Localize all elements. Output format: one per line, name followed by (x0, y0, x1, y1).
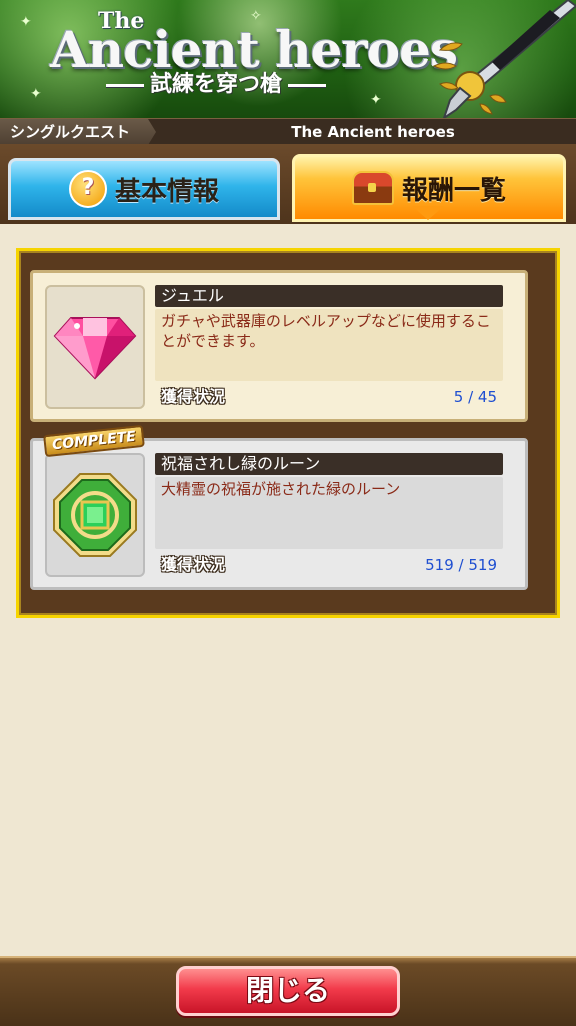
reward-name: 祝福されし緑のルーン (155, 453, 503, 475)
reward-icon-frame (45, 285, 145, 409)
reward-item[interactable]: ジュエル ガチャや武器庫のレベルアップなどに使用することができます。 獲得状況 … (30, 270, 528, 422)
treasure-chest-icon (351, 171, 394, 205)
tab-bar: ? 基本情報 報酬一覧 (0, 144, 576, 224)
green-rune-icon (53, 473, 137, 557)
banner-title: Ancient heroes (50, 20, 458, 79)
banner-subtitle-text: 試練を穿つ槍 (150, 72, 283, 97)
banner-subtitle: 試練を穿つ槍 (106, 72, 327, 98)
reward-status: 獲得状況 519 / 519 (155, 553, 503, 577)
question-icon: ? (68, 170, 107, 208)
tab-reward-list-label: 報酬一覧 (401, 175, 506, 206)
reward-description: ガチャや武器庫のレベルアップなどに使用することができます。 (155, 309, 503, 381)
active-tab-pointer (412, 206, 444, 220)
breadcrumb: シングルクエスト The Ancient heroes (0, 118, 576, 146)
sparkle-icon: ✦ (20, 14, 32, 30)
reward-item[interactable]: 祝福されし緑のルーン 大精霊の祝福が施された緑のルーン 獲得状況 519 / 5… (30, 438, 528, 590)
reward-description: 大精霊の祝福が施された緑のルーン (155, 477, 503, 549)
spear-icon (432, 0, 576, 118)
status-label: 獲得状況 (161, 555, 226, 574)
status-count: 5 / 45 (453, 388, 497, 406)
status-count: 519 / 519 (425, 556, 497, 574)
event-banner: ✦ ✦ ✧ ✦ The Ancient heroes 試練を穿つ槍 (0, 0, 576, 118)
divider (288, 83, 327, 87)
tab-basic-info[interactable]: ? 基本情報 (8, 158, 280, 220)
breadcrumb-section: シングルクエスト (0, 119, 156, 145)
sparkle-icon: ✦ (30, 86, 42, 102)
breadcrumb-quest-title: The Ancient heroes (291, 123, 455, 141)
divider (106, 83, 144, 87)
status-label: 獲得状況 (161, 387, 226, 406)
sparkle-icon: ✦ (370, 92, 382, 108)
close-button[interactable]: 閉じる (176, 966, 400, 1016)
reward-name: ジュエル (155, 285, 503, 307)
pink-jewel-icon (53, 317, 137, 380)
tab-basic-info-label: 基本情報 (114, 176, 219, 207)
reward-status: 獲得状況 5 / 45 (155, 385, 503, 409)
reward-icon-frame (45, 453, 145, 577)
